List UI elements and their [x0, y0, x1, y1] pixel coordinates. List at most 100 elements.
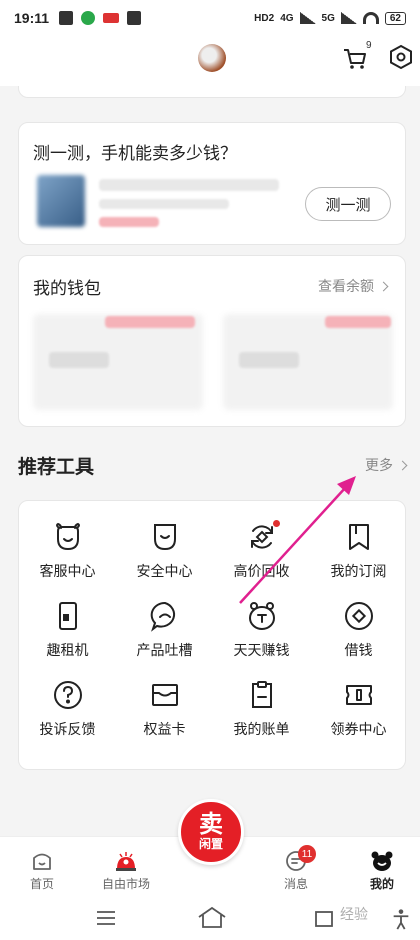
tool-label: 我的订阅 [330, 563, 387, 579]
shield-icon [153, 524, 176, 551]
wallet-card[interactable]: 我的钱包 查看余额 [18, 255, 406, 427]
tool-my-bills[interactable]: 我的账单 [213, 679, 310, 758]
tool-label: 高价回收 [233, 563, 290, 579]
sell-button[interactable]: 卖 闲置 [178, 799, 244, 865]
tool-benefit-card[interactable]: 权益卡 [116, 679, 213, 758]
menu-icon[interactable] [94, 906, 118, 930]
accessibility-icon[interactable] [390, 906, 412, 932]
tool-complaint[interactable]: 投诉反馈 [19, 679, 116, 758]
cart-badge: 9 [366, 40, 372, 51]
cart-icon[interactable] [342, 46, 368, 72]
notification-icon [59, 11, 74, 25]
bookmark-icon [348, 524, 369, 550]
tab-messages[interactable]: 消息 [266, 849, 326, 892]
tool-coupon-center[interactable]: 领券中心 [310, 679, 407, 758]
signal-5g-label: 5G [321, 12, 335, 24]
battery-icon: 62 [384, 11, 406, 25]
tab-mine[interactable]: 我的 [352, 849, 412, 892]
tool-security-center[interactable]: 安全中心 [116, 521, 213, 600]
messages-badge: 11 [298, 845, 316, 863]
phone-value-card[interactable]: 测一测，手机能卖多少钱？ 测一测 [18, 122, 406, 245]
coin-bear-icon [248, 602, 275, 630]
phone-icon [58, 602, 77, 630]
card-icon [151, 684, 178, 706]
status-time: 19:11 [14, 10, 50, 26]
blurred-tag [325, 316, 391, 328]
tool-daily-earn[interactable]: 天天赚钱 [213, 600, 310, 679]
new-dot-indicator [273, 520, 280, 527]
bill-icon [251, 681, 272, 708]
hd-indicator: HD2 [254, 12, 275, 24]
app-notification-icon [103, 13, 120, 23]
tools-section-header: 推荐工具 更多 [18, 448, 408, 482]
loan-icon [344, 602, 373, 630]
blurred-amount [49, 352, 109, 368]
tool-label: 安全中心 [136, 563, 193, 579]
avatar[interactable] [198, 44, 226, 72]
tool-rent-phone[interactable]: 趣租机 [19, 600, 116, 679]
app-notification-icon [81, 11, 96, 25]
tab-market[interactable]: 自由市场 [96, 849, 156, 892]
blurred-price [99, 217, 159, 227]
market-dome-icon [116, 852, 136, 871]
recycle-icon [250, 525, 273, 549]
tab-label: 我的 [369, 877, 394, 891]
home-icon [33, 853, 51, 870]
sell-label: 卖 [199, 811, 223, 838]
more-link[interactable]: 更多 [365, 455, 408, 475]
more-label: 更多 [365, 457, 393, 473]
watermark: 经验 [340, 906, 368, 922]
tool-label: 投诉反馈 [39, 721, 96, 737]
bear-face-icon [371, 851, 393, 871]
bottom-tab-bar: 首页 自由市场 卖 闲置 消息 11 我的 [0, 799, 420, 896]
settings-icon[interactable] [388, 44, 414, 70]
tools-grid: 客服中心 安全中心 高价回收 我的订阅 趣租机 产品吐槽 天天赚钱 借钱 投诉反… [19, 520, 407, 758]
home-nav-icon[interactable] [196, 904, 228, 930]
tool-label: 领券中心 [330, 721, 387, 737]
tool-recycle[interactable]: 高价回收 [213, 520, 310, 600]
blurred-tag [105, 316, 195, 328]
blurred-text [99, 179, 279, 191]
tab-label: 首页 [29, 877, 54, 891]
phone-value-title: 测一测，手机能卖多少钱？ [33, 144, 237, 163]
feedback-bubble-icon [150, 601, 175, 632]
blurred-text [99, 199, 229, 209]
tools-section-title: 推荐工具 [18, 456, 95, 478]
chevron-right-icon [378, 281, 389, 291]
tool-label: 趣租机 [46, 642, 89, 658]
status-notification-icons [59, 11, 142, 25]
view-balance-link[interactable]: 查看余额 [318, 276, 389, 296]
test-button[interactable]: 测一测 [305, 187, 391, 221]
tool-label: 我的账单 [233, 721, 290, 737]
question-icon [53, 681, 82, 709]
phone-thumbnail [37, 175, 85, 227]
tool-label: 天天赚钱 [233, 642, 290, 658]
status-bar: 19:11 HD2 4G 5G 62 [0, 0, 420, 36]
signal-icon [299, 12, 316, 24]
signal-icon [340, 12, 357, 24]
tool-subscriptions[interactable]: 我的订阅 [310, 521, 407, 600]
bear-face-icon [55, 522, 80, 551]
wifi-icon [362, 12, 379, 24]
mail-icon [127, 11, 142, 25]
signal-4g-label: 4G [280, 12, 294, 24]
tool-label: 借钱 [344, 642, 373, 658]
tool-customer-service[interactable]: 客服中心 [19, 521, 116, 600]
tab-home[interactable]: 首页 [12, 849, 72, 892]
tab-label: 自由市场 [101, 877, 150, 891]
back-nav-icon[interactable] [312, 906, 336, 930]
coupon-icon [345, 685, 372, 705]
view-balance-label: 查看余额 [318, 278, 374, 294]
blurred-amount [239, 352, 299, 368]
top-header: 9 [0, 36, 420, 86]
status-right: HD2 4G 5G 62 [254, 11, 406, 25]
tool-loan[interactable]: 借钱 [310, 600, 407, 679]
tool-label: 权益卡 [143, 721, 186, 737]
chevron-right-icon [397, 460, 408, 470]
tool-label: 产品吐槽 [136, 642, 193, 658]
tool-product-feedback[interactable]: 产品吐槽 [116, 600, 213, 679]
tab-label: 消息 [283, 877, 308, 891]
tool-label: 客服中心 [39, 563, 96, 579]
top-card-edge [18, 86, 406, 98]
tools-card: 客服中心 安全中心 高价回收 我的订阅 趣租机 产品吐槽 天天赚钱 借钱 投诉反… [18, 500, 406, 770]
